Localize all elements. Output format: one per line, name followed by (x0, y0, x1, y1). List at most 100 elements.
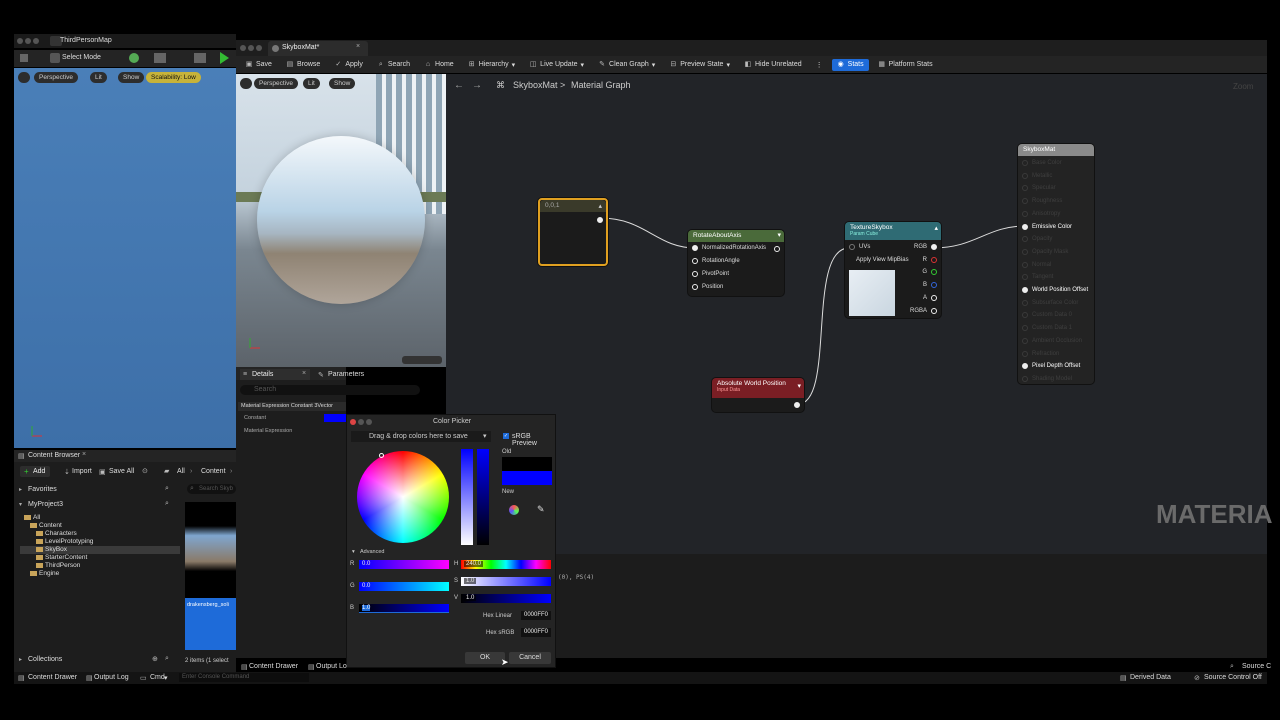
result-pin-roughness[interactable]: Roughness (1022, 198, 1062, 205)
project-toggle-icon[interactable]: ▾ (19, 501, 22, 508)
constant-color-swatch[interactable] (324, 414, 346, 422)
maximize-dialog-dot[interactable] (366, 419, 372, 425)
viewport-menu-icon[interactable] (18, 72, 30, 83)
color-themes-bar[interactable]: Drag & drop colors here to save ▾ (351, 431, 491, 442)
output-log-button-2[interactable]: Output Lo (316, 663, 347, 670)
result-pin-custom-data-0[interactable]: Custom Data 0 (1022, 312, 1072, 319)
collections-label[interactable]: Collections (28, 656, 62, 663)
output-rgba[interactable]: RGBA (910, 308, 937, 314)
result-pin-specular[interactable]: Specular (1022, 185, 1056, 192)
output-g[interactable]: G (922, 269, 937, 275)
cinematics-icon[interactable] (194, 53, 206, 63)
source-control-button[interactable]: Source Control Off (1204, 674, 1262, 681)
more-options-icon[interactable]: ⋮ (811, 59, 828, 71)
select-mode-dropdown[interactable]: Select Mode (62, 54, 101, 61)
constant-output-pin[interactable] (597, 217, 603, 223)
pin-connector[interactable] (1022, 210, 1028, 217)
pin-position[interactable]: Position (692, 284, 723, 290)
chevron-down-icon[interactable]: ▾ (483, 432, 487, 440)
srgb-preview-checkbox[interactable]: ✓ (503, 433, 509, 439)
viewport-show-pill[interactable]: Show (118, 72, 145, 83)
output-rgb[interactable]: RGB (914, 244, 937, 250)
chevron-down-icon[interactable]: ▾ (777, 231, 781, 239)
result-pin-custom-data-1[interactable]: Custom Data 1 (1022, 325, 1072, 332)
output-a[interactable]: A (923, 295, 937, 301)
saturation-slider[interactable] (461, 449, 473, 545)
pin-uvs[interactable]: UVs (849, 244, 870, 250)
awp-output-pin[interactable] (794, 402, 800, 408)
preview-show-pill[interactable]: Show (329, 78, 356, 89)
pin-connector[interactable] (1022, 223, 1028, 230)
color-wheel-cursor[interactable] (379, 453, 384, 458)
apply-button[interactable]: ✓ Apply (329, 59, 368, 71)
details-tab[interactable]: ≡ Details × (240, 369, 310, 380)
level-tab-title[interactable]: ThirdPersonMap (60, 37, 112, 44)
value-slider[interactable] (477, 449, 489, 545)
collapse-node-icon[interactable]: ▴ (934, 224, 938, 232)
preview-menu-icon[interactable] (240, 78, 252, 89)
hex-srgb-field[interactable]: 0000FF0 (521, 628, 551, 637)
constant3vector-node[interactable]: 0,0,1 ▴ (538, 198, 608, 266)
content-drawer-button[interactable]: Content Drawer (28, 674, 77, 681)
preview-lit-pill[interactable]: Lit (303, 78, 320, 89)
collections-toggle-icon[interactable]: ▸ (19, 656, 22, 663)
asset-search-input[interactable]: ⌕ Search Skyb (187, 484, 236, 494)
skybox-material-thumbnail[interactable]: drakensberg_soli (185, 598, 236, 650)
minimize-window-dot[interactable] (248, 45, 254, 51)
pin-connector[interactable] (1022, 350, 1028, 357)
eyedropper-icon[interactable]: ✎ (537, 504, 545, 515)
parameters-tab-label[interactable]: Parameters (328, 371, 364, 378)
stats-button[interactable]: ◉ Stats (831, 58, 869, 71)
import-button[interactable]: Import (72, 468, 92, 475)
pin-connector[interactable] (1022, 312, 1028, 319)
pin-connector[interactable] (1022, 337, 1028, 344)
result-pin-emissive-color[interactable]: Emissive Color (1022, 223, 1072, 230)
result-pin-normal[interactable]: Normal (1022, 261, 1051, 268)
result-pin-tangent[interactable]: Tangent (1022, 274, 1053, 281)
path-content[interactable]: Content (201, 468, 226, 475)
content-drawer-button-2[interactable]: Content Drawer (249, 663, 298, 670)
preview-perspective-pill[interactable]: Perspective (254, 78, 298, 89)
search-icon[interactable]: ⌕ (165, 655, 169, 663)
result-pin-anisotropy[interactable]: Anisotropy (1022, 210, 1060, 217)
save-level-icon[interactable] (20, 54, 28, 62)
project-label[interactable]: MyProject3 (28, 501, 63, 508)
search-icon[interactable]: ⌕ (165, 500, 169, 508)
rotate-output-pin[interactable] (774, 246, 780, 252)
material-tab[interactable]: SkyboxMat* × (268, 41, 368, 56)
pin-normalized-rotation-axis[interactable]: NormalizedRotationAxis (692, 245, 766, 251)
r-value-field[interactable]: 0.0 (359, 560, 449, 569)
close-tab-icon[interactable]: × (302, 370, 306, 377)
close-window-dot[interactable] (240, 45, 246, 51)
add-collection-icon[interactable]: ⊕ (152, 655, 158, 663)
tree-item-levelprototyping[interactable]: LevelPrototyping (20, 538, 180, 546)
ok-button[interactable]: OK (465, 652, 505, 664)
derived-data-button[interactable]: Derived Data (1130, 674, 1171, 681)
blueprint-icon[interactable] (154, 53, 166, 63)
viewport-lit-pill[interactable]: Lit (90, 72, 107, 83)
s-value-field[interactable]: 1.0 (461, 577, 551, 586)
pin-connector[interactable] (1022, 261, 1028, 268)
output-r[interactable]: R (923, 257, 937, 263)
tree-item-content[interactable]: Content (20, 522, 180, 530)
color-wheel[interactable] (357, 451, 449, 543)
result-pin-world-position-offset[interactable]: World Position Offset (1022, 287, 1088, 293)
result-pin-metallic[interactable]: Metallic (1022, 172, 1052, 179)
pin-apply-view-mipbias[interactable]: Apply View MipBias (849, 257, 909, 263)
viewport-perspective-pill[interactable]: Perspective (34, 72, 78, 83)
close-tab-icon[interactable]: × (82, 451, 86, 458)
level-viewport[interactable]: Perspective Lit Show Scalability: Low (14, 68, 236, 448)
result-pin-refraction[interactable]: Refraction (1022, 350, 1059, 357)
scalability-badge[interactable]: Scalability: Low (146, 72, 201, 83)
preview-state-button[interactable]: ⊟ Preview State ▾ (664, 59, 735, 71)
minimize-window-dot[interactable] (25, 38, 31, 44)
hierarchy-button[interactable]: ⊞ Hierarchy ▾ (463, 59, 520, 71)
pin-connector[interactable] (1022, 248, 1028, 255)
content-browser-title[interactable]: Content Browser (28, 452, 80, 459)
tree-item-engine[interactable]: Engine (20, 570, 180, 578)
preview-shape-buttons[interactable] (402, 356, 442, 364)
chevron-down-icon[interactable]: ▾ (164, 674, 168, 682)
clean-graph-button[interactable]: ✎ Clean Graph ▾ (593, 59, 660, 71)
search-icon[interactable]: ⌕ (165, 485, 169, 493)
details-search-input[interactable]: Search (240, 385, 420, 395)
